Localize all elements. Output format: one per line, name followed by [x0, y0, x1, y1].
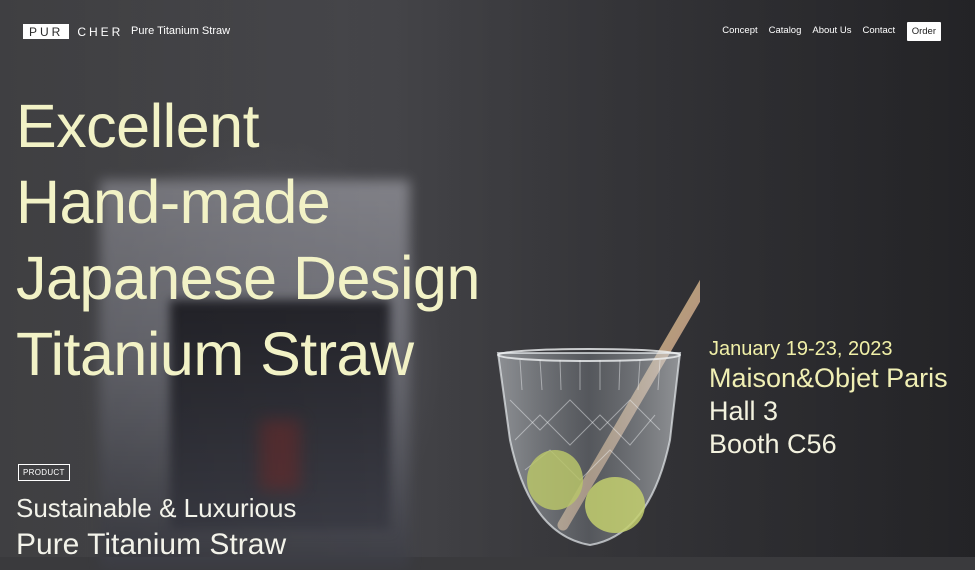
logo-box-text: PUR: [23, 24, 70, 39]
headline-line-1: Excellent: [16, 92, 260, 160]
product-title: Pure Titanium Straw: [16, 528, 287, 561]
product-badge: PRODUCT: [18, 464, 70, 481]
brand-logo[interactable]: PUR CHER: [23, 24, 123, 39]
event-date: January 19-23, 2023: [709, 338, 893, 360]
order-button[interactable]: Order: [906, 21, 941, 41]
logo-rest-text: CHER: [77, 24, 124, 39]
nav-concept[interactable]: Concept: [717, 21, 763, 41]
product-subtitle: Sustainable & Luxurious: [16, 493, 297, 523]
nav-catalog[interactable]: Catalog: [763, 21, 807, 41]
main-nav: Concept Catalog About Us Contact Order: [717, 21, 941, 41]
brand-tagline: Pure Titanium Straw: [131, 25, 231, 37]
event-name: Maison&Objet Paris: [709, 363, 948, 393]
glass-with-straw-image: [496, 279, 700, 547]
site-header: PUR CHER Pure Titanium Straw Concept Cat…: [0, 0, 975, 62]
event-booth: Booth C56: [709, 429, 837, 459]
headline-line-4: Titanium Straw: [16, 320, 414, 388]
headline-line-2: Hand-made: [16, 168, 331, 236]
event-info: January 19-23, 2023 Maison&Objet Paris H…: [709, 336, 948, 461]
headline-line-3: Japanese Design: [16, 244, 480, 312]
hero-headline: Excellent Hand-made Japanese Design Tita…: [16, 88, 480, 392]
event-hall: Hall 3: [709, 396, 779, 426]
nav-contact[interactable]: Contact: [857, 21, 901, 41]
nav-about-us[interactable]: About Us: [807, 21, 857, 41]
